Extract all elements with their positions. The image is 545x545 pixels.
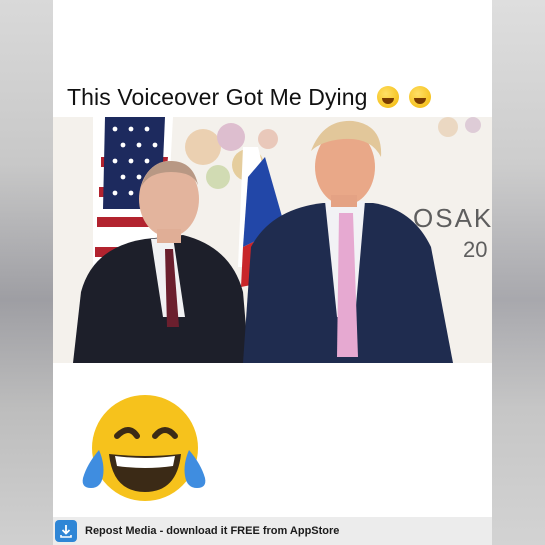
repost-footer[interactable]: Repost Media - download it FREE from App…: [53, 517, 492, 545]
blurred-background-left: [0, 0, 53, 545]
laughing-crying-emoji-icon: [77, 392, 207, 509]
backdrop-text-line1: OSAK: [413, 203, 492, 233]
rolling-laughing-emoji-icon: [377, 86, 400, 108]
repost-download-icon[interactable]: [55, 520, 77, 542]
meeting-scene: OSAK 20: [53, 117, 492, 363]
video-frame[interactable]: This Voiceover Got Me Dying OSAK 20 Repo…: [53, 0, 492, 545]
tears-of-joy-emoji-icon: [408, 86, 431, 108]
caption-text: This Voiceover Got Me Dying: [67, 84, 368, 110]
video-still-image: OSAK 20: [53, 117, 492, 363]
blurred-background-right: [492, 0, 545, 545]
repost-footer-text: Repost Media - download it FREE from App…: [85, 525, 340, 537]
backdrop-text-line2: 20: [463, 237, 487, 262]
video-caption: This Voiceover Got Me Dying: [67, 84, 431, 111]
